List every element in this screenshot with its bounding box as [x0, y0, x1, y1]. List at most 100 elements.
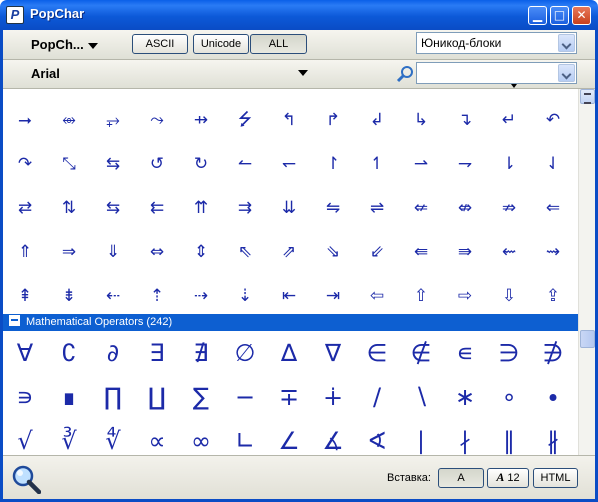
- arrow-glyph-cell[interactable]: ⇒: [47, 230, 91, 274]
- arrow-glyph-cell[interactable]: ⇣: [223, 274, 267, 318]
- arrow-glyph-cell[interactable]: ↵: [487, 98, 531, 142]
- arrow-glyph-cell[interactable]: ↱: [311, 98, 355, 142]
- unicode-button[interactable]: Unicode: [193, 34, 249, 54]
- math-glyph-cell[interactable]: ∆: [267, 331, 311, 375]
- math-glyph-cell[interactable]: ∡: [311, 419, 355, 455]
- math-glyph-cell[interactable]: ∄: [179, 331, 223, 375]
- arrow-glyph-cell[interactable]: ⥈: [47, 98, 91, 142]
- math-glyph-cell[interactable]: ∔: [311, 375, 355, 419]
- arrow-glyph-cell[interactable]: ⇨: [443, 274, 487, 318]
- arrow-glyph-cell[interactable]: ↰: [267, 98, 311, 142]
- close-button[interactable]: ✕: [572, 6, 591, 25]
- math-glyph-cell[interactable]: ∙: [531, 375, 575, 419]
- math-glyph-cell[interactable]: ∢: [355, 419, 399, 455]
- unicode-blocks-select[interactable]: Юникод-блоки: [416, 32, 577, 54]
- html-button[interactable]: HTML: [533, 468, 578, 488]
- arrow-glyph-cell[interactable]: ↴: [443, 98, 487, 142]
- arrow-glyph-cell[interactable]: ⇩: [487, 274, 531, 318]
- math-glyph-cell[interactable]: ∎: [47, 375, 91, 419]
- search-input[interactable]: [416, 62, 577, 84]
- math-glyph-cell[interactable]: ∂: [91, 331, 135, 375]
- math-glyph-cell[interactable]: −: [223, 375, 267, 419]
- math-glyph-cell[interactable]: ∁: [47, 331, 91, 375]
- arrow-glyph-cell[interactable]: ⇑: [3, 230, 47, 274]
- math-glyph-cell[interactable]: ∘: [487, 375, 531, 419]
- arrow-glyph-cell[interactable]: ⇈: [179, 186, 223, 230]
- arrow-glyph-cell[interactable]: ⇆: [91, 142, 135, 186]
- arrow-glyph-cell[interactable]: ↿: [355, 142, 399, 186]
- arrow-glyph-cell[interactable]: ⇤: [267, 274, 311, 318]
- math-glyph-cell[interactable]: ∐: [135, 375, 179, 419]
- math-glyph-cell[interactable]: ∀: [3, 331, 47, 375]
- arrow-glyph-cell[interactable]: ⇊: [267, 186, 311, 230]
- ascii-button[interactable]: ASCII: [132, 34, 188, 54]
- arrow-glyph-cell[interactable]: ⇏: [487, 186, 531, 230]
- arrow-glyph-cell[interactable]: ⭍: [223, 98, 267, 142]
- collapse-icon[interactable]: [9, 315, 20, 326]
- math-glyph-cell[interactable]: ∞: [179, 419, 223, 455]
- arrow-glyph-cell[interactable]: ⇛: [443, 230, 487, 274]
- arrow-glyph-cell[interactable]: ↷: [3, 142, 47, 186]
- arrow-glyph-cell[interactable]: ⇃: [531, 142, 575, 186]
- arrow-glyph-cell[interactable]: ⇇: [135, 186, 179, 230]
- arrow-glyph-cell[interactable]: ⇥: [311, 274, 355, 318]
- arrow-glyph-cell[interactable]: ⇍: [399, 186, 443, 230]
- math-glyph-cell[interactable]: √: [3, 419, 47, 455]
- arrow-glyph-cell[interactable]: ↳: [399, 98, 443, 142]
- math-glyph-cell[interactable]: ∜: [91, 419, 135, 455]
- font-menu-chevron-icon[interactable]: [298, 70, 308, 76]
- math-glyph-cell[interactable]: ∤: [443, 419, 487, 455]
- arrow-glyph-cell[interactable]: ⭢: [3, 98, 47, 142]
- arrow-glyph-cell[interactable]: ↶: [531, 98, 575, 142]
- math-glyph-cell[interactable]: ∏: [91, 375, 135, 419]
- arrow-glyph-cell[interactable]: ⇪: [531, 274, 575, 318]
- arrow-glyph-cell[interactable]: ⇘: [311, 230, 355, 274]
- arrow-glyph-cell[interactable]: ⇗: [267, 230, 311, 274]
- dropdown-arrow-icon[interactable]: [558, 34, 575, 52]
- math-glyph-cell[interactable]: ∅: [223, 331, 267, 375]
- arrow-glyph-cell[interactable]: ⇚: [399, 230, 443, 274]
- arrow-glyph-cell[interactable]: ⇌: [355, 186, 399, 230]
- arrow-glyph-cell[interactable]: ⇂: [487, 142, 531, 186]
- math-glyph-cell[interactable]: ∊: [443, 331, 487, 375]
- arrow-glyph-cell[interactable]: ⇄: [3, 186, 47, 230]
- arrow-glyph-cell[interactable]: ⇧: [399, 274, 443, 318]
- math-glyph-cell[interactable]: ∉: [399, 331, 443, 375]
- arrow-glyph-cell[interactable]: ↽: [267, 142, 311, 186]
- minimize-button[interactable]: ▁: [528, 6, 547, 25]
- arrow-glyph-cell[interactable]: ⇜: [487, 230, 531, 274]
- section-header-math[interactable]: Mathematical Operators (242): [3, 314, 578, 331]
- menu-lines-icon[interactable]: [580, 89, 595, 104]
- math-glyph-cell[interactable]: ∠: [267, 419, 311, 455]
- math-glyph-cell[interactable]: ∃: [135, 331, 179, 375]
- arrow-glyph-cell[interactable]: ⇕: [179, 230, 223, 274]
- math-glyph-cell[interactable]: ∑: [179, 375, 223, 419]
- arrow-glyph-cell[interactable]: ⇝: [531, 230, 575, 274]
- math-glyph-cell[interactable]: ∣: [399, 419, 443, 455]
- font-name[interactable]: Arial: [31, 66, 60, 81]
- arrow-glyph-cell[interactable]: ⇞: [3, 274, 47, 318]
- maximize-button[interactable]: □: [550, 6, 569, 25]
- search-icon[interactable]: [396, 65, 414, 83]
- font-size-button[interactable]: A 12: [487, 468, 529, 488]
- arrow-glyph-cell[interactable]: ↺: [135, 142, 179, 186]
- arrow-glyph-cell[interactable]: ⇟: [47, 274, 91, 318]
- arrow-glyph-cell[interactable]: ⇖: [223, 230, 267, 274]
- arrow-glyph-cell[interactable]: ⇡: [135, 274, 179, 318]
- arrow-glyph-cell[interactable]: ↼: [223, 142, 267, 186]
- math-glyph-cell[interactable]: ∍: [3, 375, 47, 419]
- math-glyph-cell[interactable]: ∗: [443, 375, 487, 419]
- all-button[interactable]: ALL: [250, 34, 307, 54]
- arrow-glyph-cell[interactable]: ⇎: [443, 186, 487, 230]
- math-glyph-cell[interactable]: ∛: [47, 419, 91, 455]
- math-glyph-cell[interactable]: ∇: [311, 331, 355, 375]
- arrow-glyph-cell[interactable]: ⇀: [399, 142, 443, 186]
- math-glyph-cell[interactable]: ∕: [355, 375, 399, 419]
- arrow-glyph-cell[interactable]: ⇔: [135, 230, 179, 274]
- arrow-glyph-cell[interactable]: ⇓: [91, 230, 135, 274]
- math-glyph-cell[interactable]: ∟: [223, 419, 267, 455]
- arrow-glyph-cell[interactable]: ↾: [311, 142, 355, 186]
- math-glyph-cell[interactable]: ∥: [487, 419, 531, 455]
- math-glyph-cell[interactable]: ∖: [399, 375, 443, 419]
- scrollbar-thumb[interactable]: [580, 330, 595, 348]
